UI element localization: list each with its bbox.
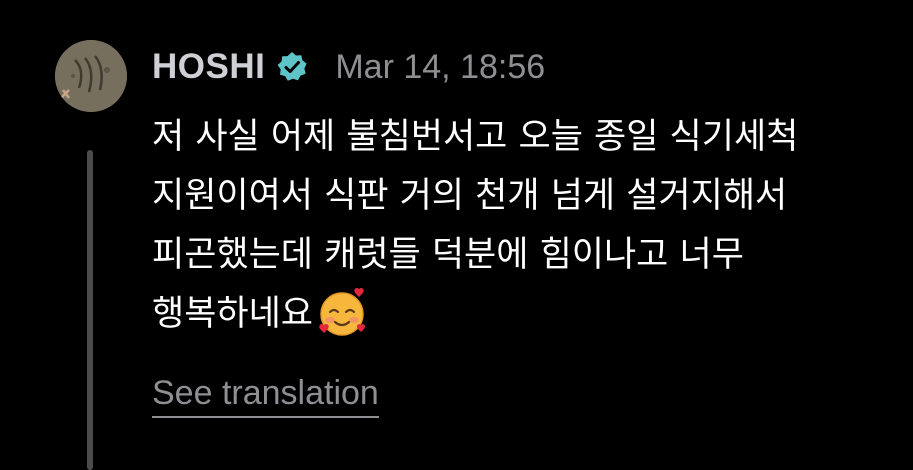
avatar[interactable] [55, 40, 127, 112]
message-line-text: 행복하네요 [152, 294, 314, 334]
thread-line [87, 150, 93, 470]
smiling-face-with-hearts-icon [315, 285, 369, 339]
message-line: 피곤했는데 캐럿들 덕분에 힘이나고 너무 [152, 235, 744, 275]
message-line-last: 행복하네요 [152, 285, 913, 344]
post-header: HOSHI Mar 14, 18:56 [152, 42, 545, 92]
avatar-photo [55, 40, 127, 112]
timestamp: Mar 14, 18:56 [335, 47, 546, 86]
message-line: 지원이여서 식판 거의 천개 넘게 설거지해서 [152, 176, 788, 216]
message-body: 저 사실 어제 불침번서고 오늘 종일 식기세척 지원이여서 식판 거의 천개 … [152, 108, 913, 344]
verified-badge-icon [275, 50, 309, 84]
see-translation-link[interactable]: See translation [152, 372, 379, 418]
username[interactable]: HOSHI [152, 47, 265, 87]
message-line: 저 사실 어제 불침번서고 오늘 종일 식기세척 [152, 117, 799, 157]
